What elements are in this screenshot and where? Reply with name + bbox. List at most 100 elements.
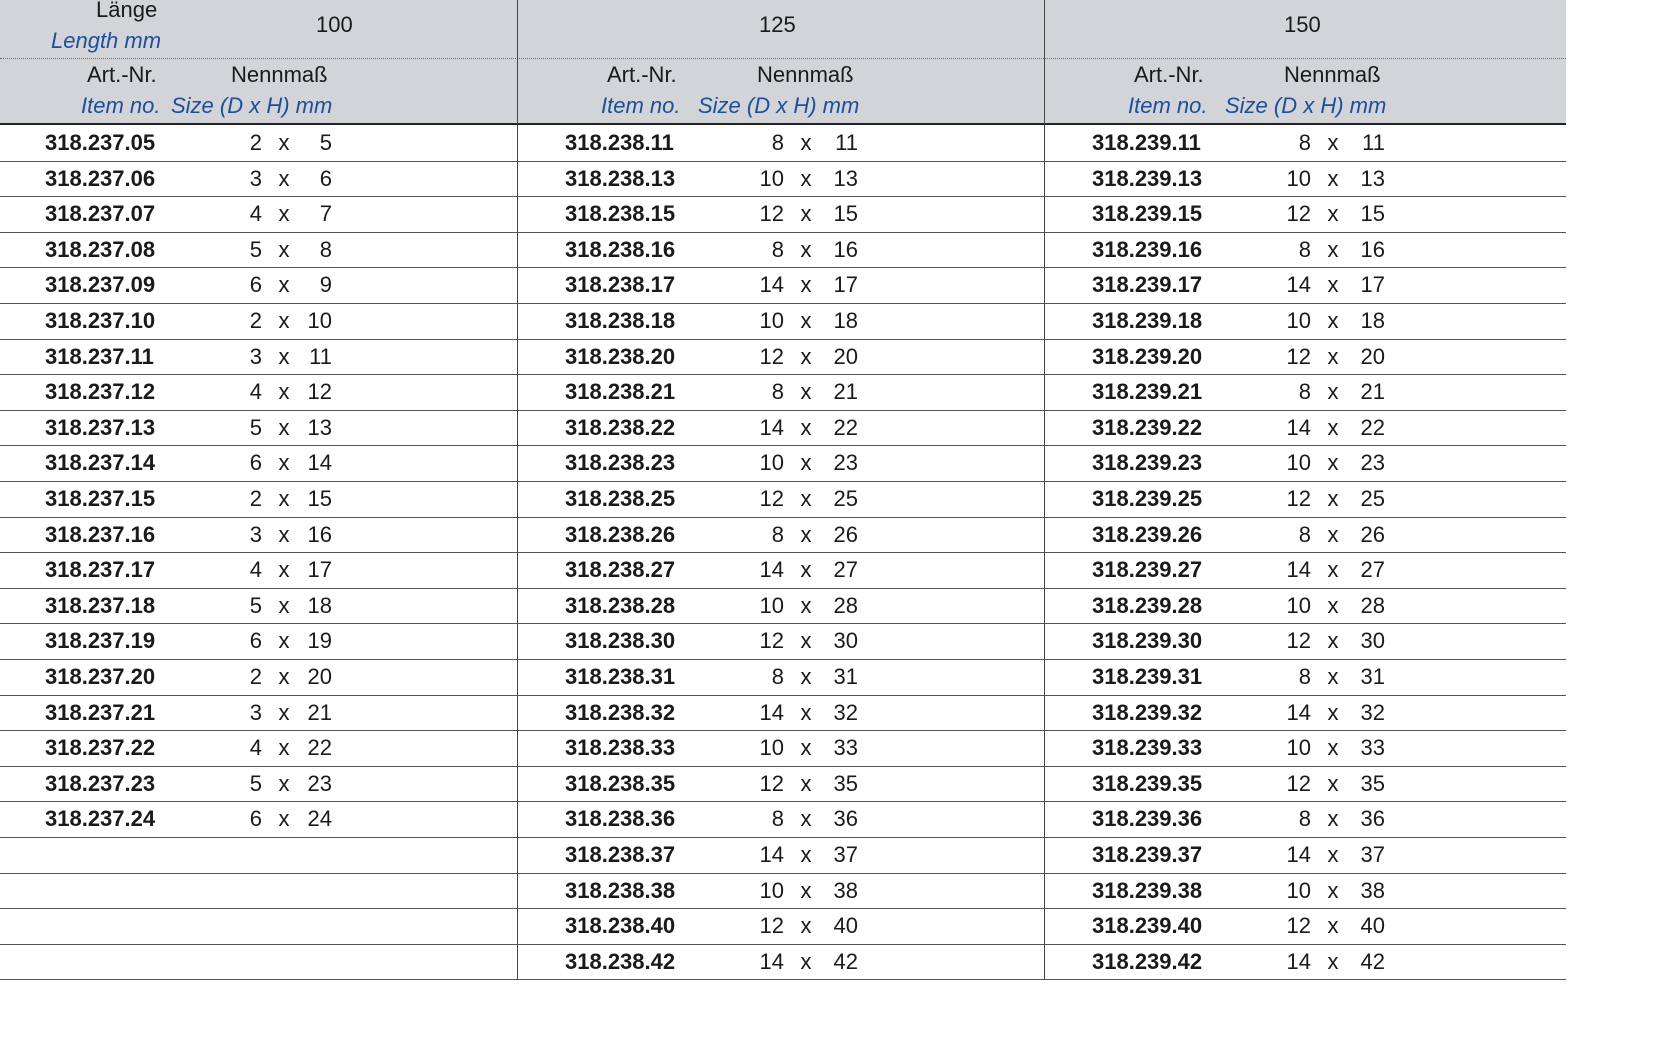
row-divider xyxy=(0,374,1566,376)
size-height: 35 xyxy=(1360,770,1385,796)
size-diameter: 12 xyxy=(759,343,784,369)
item-number: 318.238.11 xyxy=(565,130,674,155)
row-divider xyxy=(0,587,1566,589)
size-diameter: 2 xyxy=(249,130,262,155)
size-height: 18 xyxy=(307,592,332,618)
size-diameter: 10 xyxy=(759,592,784,618)
size-height: 32 xyxy=(833,699,858,725)
item-number: 318.238.27 xyxy=(565,557,676,583)
size-height: 42 xyxy=(833,948,858,974)
item-number: 318.237.07 xyxy=(45,201,156,227)
col-artnr-de: Art.-Nr. xyxy=(1134,62,1204,87)
size-separator: x xyxy=(278,308,290,333)
item-number: 318.239.33 xyxy=(1092,735,1203,761)
item-number: 318.237.24 xyxy=(45,806,156,832)
size-diameter: 2 xyxy=(249,308,262,333)
row-divider xyxy=(0,908,1566,910)
item-number: 318.239.13 xyxy=(1092,165,1203,191)
length-group-125: 125 xyxy=(759,12,796,37)
size-separator: x xyxy=(278,521,290,547)
item-number: 318.239.17 xyxy=(1092,272,1203,298)
size-separator: x xyxy=(278,699,290,725)
size-height: 32 xyxy=(1360,699,1385,725)
size-separator: x xyxy=(800,557,812,583)
size-separator: x xyxy=(800,913,812,939)
item-number: 318.239.23 xyxy=(1092,450,1203,476)
size-height: 24 xyxy=(307,806,332,832)
size-diameter: 12 xyxy=(759,770,784,796)
size-diameter: 10 xyxy=(1286,877,1311,903)
size-diameter: 12 xyxy=(759,913,784,939)
size-height: 25 xyxy=(833,486,858,511)
size-separator: x xyxy=(1327,628,1339,654)
item-number: 318.237.05 xyxy=(45,130,156,155)
size-separator: x xyxy=(800,521,812,547)
size-separator: x xyxy=(800,628,812,654)
size-diameter: 5 xyxy=(249,236,262,262)
row-divider xyxy=(0,623,1566,625)
size-height: 23 xyxy=(833,450,858,476)
size-height: 20 xyxy=(307,664,332,689)
size-height: 38 xyxy=(833,877,858,903)
item-number: 318.237.19 xyxy=(45,628,156,654)
size-diameter: 14 xyxy=(759,948,784,974)
row-divider xyxy=(0,481,1566,482)
size-height: 22 xyxy=(833,414,858,440)
header-row-length: Länge Length mm 100 125 150 xyxy=(0,0,1566,58)
size-separator: x xyxy=(800,414,812,440)
item-number: 318.237.22 xyxy=(45,735,156,761)
item-number: 318.239.27 xyxy=(1092,557,1203,583)
size-height: 30 xyxy=(833,628,858,654)
size-diameter: 4 xyxy=(249,201,262,227)
size-height: 28 xyxy=(1360,592,1385,618)
size-diameter: 4 xyxy=(249,379,262,405)
size-height: 13 xyxy=(833,165,858,191)
item-number: 318.237.20 xyxy=(45,664,156,689)
size-separator: x xyxy=(800,486,812,511)
size-height: 23 xyxy=(1360,450,1385,476)
size-separator: x xyxy=(278,343,290,369)
size-height: 26 xyxy=(1360,521,1385,547)
item-number: 318.237.06 xyxy=(45,165,156,191)
size-diameter: 10 xyxy=(759,450,784,476)
item-number: 318.238.36 xyxy=(565,806,676,832)
size-height: 40 xyxy=(1360,913,1385,939)
item-number: 318.238.21 xyxy=(565,379,676,405)
size-diameter: 6 xyxy=(249,628,262,654)
size-height: 15 xyxy=(833,201,858,227)
item-number: 318.239.25 xyxy=(1092,486,1203,511)
size-separator: x xyxy=(1327,664,1339,689)
size-height: 33 xyxy=(833,735,858,761)
size-diameter: 10 xyxy=(1286,450,1311,476)
size-height: 9 xyxy=(319,272,332,298)
size-height: 8 xyxy=(319,236,332,262)
size-separator: x xyxy=(1327,201,1339,227)
size-diameter: 6 xyxy=(249,806,262,832)
row-divider xyxy=(0,231,1566,233)
item-number: 318.238.23 xyxy=(565,450,676,476)
size-separator: x xyxy=(1327,948,1339,974)
size-separator: x xyxy=(278,664,290,689)
size-separator: x xyxy=(800,236,812,262)
size-diameter: 14 xyxy=(1286,557,1311,583)
size-height: 18 xyxy=(833,308,858,333)
item-number: 318.239.22 xyxy=(1092,414,1203,440)
item-number: 318.238.37 xyxy=(565,842,676,867)
size-separator: x xyxy=(1327,414,1339,440)
row-divider xyxy=(0,160,1566,162)
size-diameter: 12 xyxy=(1286,201,1311,227)
size-height: 6 xyxy=(319,165,332,191)
size-height: 10 xyxy=(307,308,332,333)
col-itemno-en: Item no. xyxy=(1128,93,1208,118)
size-height: 11 xyxy=(1362,130,1385,155)
item-number: 318.238.25 xyxy=(565,486,676,511)
size-separator: x xyxy=(278,592,290,618)
item-number: 318.238.40 xyxy=(565,913,676,939)
row-divider xyxy=(0,445,1566,447)
size-separator: x xyxy=(278,628,290,654)
length-label-de: Länge xyxy=(96,0,158,22)
size-diameter: 8 xyxy=(771,806,784,832)
size-diameter: 4 xyxy=(249,557,262,583)
item-number: 318.238.13 xyxy=(565,165,676,191)
size-separator: x xyxy=(1327,913,1339,939)
